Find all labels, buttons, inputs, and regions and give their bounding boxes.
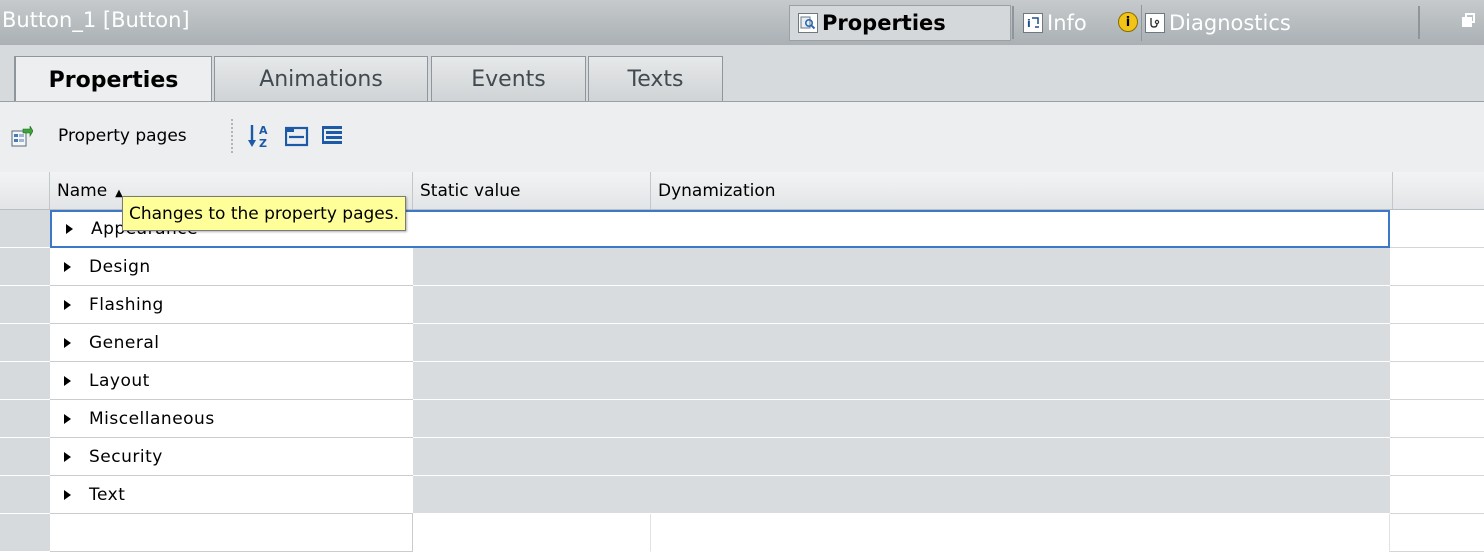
row-value-cell [413,286,1390,324]
column-header-dynamization[interactable]: Dynamization [651,172,1393,209]
row-name: Flashing [89,294,164,315]
group-view-icon[interactable] [284,125,309,147]
row-selector[interactable] [0,210,50,248]
tab-animations-label: Animations [259,67,383,92]
row-selector[interactable] [0,324,50,362]
expand-arrow-icon[interactable] [64,337,71,348]
tooltip: Changes to the property pages. [122,196,407,231]
header-selector-cell [0,172,50,209]
tab-events-label: Events [471,67,546,92]
row-tail-cell [1390,210,1484,248]
row-tail-cell [1390,400,1484,438]
toolbar-separator [231,119,233,153]
svg-text:i: i [1027,17,1031,30]
row-name: Text [89,484,126,505]
row-selector[interactable] [0,286,50,324]
row-selector[interactable] [0,248,50,286]
row-tail-cell [1390,324,1484,362]
expand-arrow-icon[interactable] [64,413,71,424]
info-alert-icon: i [1118,12,1138,32]
row-name: Design [89,256,151,277]
row-value-cell [413,324,1390,362]
row-value-cell [413,362,1390,400]
inspector-tab-diagnostics[interactable]: Diagnostics [1141,5,1401,41]
column-header-name-label: Name [57,180,108,201]
properties-magnifier-icon [798,13,818,33]
diagnostics-icon [1145,13,1165,33]
expand-arrow-icon[interactable] [64,299,71,310]
tab-texts[interactable]: Texts [588,56,723,102]
table-row[interactable]: Security [0,438,1484,476]
tab-texts-label: Texts [627,67,684,92]
row-name: Miscellaneous [89,408,215,429]
table-row[interactable]: Miscellaneous [0,400,1484,438]
table-row[interactable]: General [0,324,1484,362]
row-value-cell [413,210,1390,248]
column-header-static-value[interactable]: Static value [413,172,651,209]
expand-arrow-icon[interactable] [66,224,73,234]
table-row[interactable]: Flashing [0,286,1484,324]
inspector-tab-info[interactable]: i Info [1020,5,1113,41]
row-selector[interactable] [0,362,50,400]
table-row[interactable]: Layout [0,362,1484,400]
row-name-empty[interactable] [50,514,413,552]
row-selector[interactable] [0,514,50,552]
property-toolbar: Property pages A Z [0,102,1484,172]
table-row[interactable]: Design [0,248,1484,286]
property-pages-icon[interactable] [11,124,34,148]
expand-arrow-icon[interactable] [64,375,71,386]
expand-arrow-icon[interactable] [64,489,71,500]
row-value-cell [413,248,1390,286]
inspector-tab-properties[interactable]: Properties [789,5,1011,41]
title-separator [1012,6,1014,39]
row-value-cell [413,438,1390,476]
row-tail-cell [1390,514,1484,552]
svg-text:Z: Z [259,137,267,150]
row-name: Security [89,446,163,467]
tab-properties[interactable]: Properties [14,56,212,103]
tree-view-icon[interactable] [321,124,345,148]
inspector-title-bar: Button_1 [Button] Properties i Info i Di… [0,0,1484,46]
info-icon: i [1023,13,1043,33]
tab-animations[interactable]: Animations [214,56,428,102]
row-selector[interactable] [0,476,50,514]
inspector-tab-diagnostics-label: Diagnostics [1169,11,1291,35]
title-separator [1418,6,1420,39]
row-selector[interactable] [0,438,50,476]
sort-alphabetical-icon[interactable]: A Z [248,122,274,150]
restore-window-icon[interactable] [1462,13,1475,27]
row-tail-cell [1390,286,1484,324]
row-name: Layout [89,370,150,391]
inspector-tab-properties-label: Properties [822,11,946,35]
tab-events[interactable]: Events [431,56,586,102]
property-pages-button[interactable]: Property pages [58,126,187,146]
svg-text:A: A [259,124,268,137]
row-tail-cell [1390,248,1484,286]
inspector-tab-info-label: Info [1047,11,1087,35]
row-value-cell [413,476,1390,514]
tab-properties-label: Properties [48,67,179,93]
row-tail-cell [1390,438,1484,476]
column-header-static-value-label: Static value [420,180,521,201]
table-row-empty[interactable] [0,514,1484,552]
table-row[interactable]: Text [0,476,1484,514]
column-header-dynamization-label: Dynamization [658,180,776,201]
row-static-value-empty[interactable] [413,514,651,552]
expand-arrow-icon[interactable] [64,261,71,272]
object-title: Button_1 [Button] [2,8,190,32]
row-name: General [89,332,160,353]
properties-tab-strip: Properties Animations Events Texts [0,45,1484,103]
row-selector[interactable] [0,400,50,438]
row-value-cell [413,400,1390,438]
expand-arrow-icon[interactable] [64,451,71,462]
row-dynamization-empty[interactable] [651,514,1390,552]
row-tail-cell [1390,476,1484,514]
row-tail-cell [1390,362,1484,400]
